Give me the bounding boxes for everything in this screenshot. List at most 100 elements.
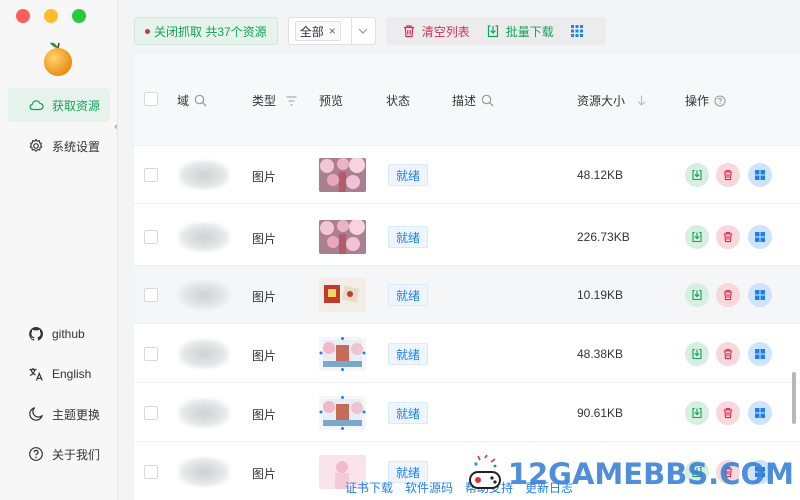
table-row[interactable]: 图片 就绪 48.38KB (134, 325, 800, 383)
sidebar-item-about[interactable]: 关于我们 (8, 437, 110, 471)
moon-icon (28, 406, 44, 422)
delete-button[interactable] (716, 283, 740, 307)
toolbar: 关闭抓取 共37个资源 全部 × 清空列表 批量下载 (134, 16, 606, 46)
type-cell: 图片 (252, 232, 277, 246)
row-checkbox[interactable] (144, 406, 158, 420)
preview-thumbnail[interactable] (319, 278, 366, 312)
type-cell: 图片 (252, 349, 277, 363)
column-status: 状态 (386, 92, 410, 109)
sidebar-item-language[interactable]: English (8, 357, 110, 391)
column-label: 状态 (386, 94, 411, 108)
windows-icon (754, 169, 766, 181)
domain-redacted (178, 160, 230, 190)
trash-icon (402, 24, 416, 38)
table-row[interactable]: 图片 就绪 10.19KB (134, 266, 800, 324)
close-window-button[interactable] (16, 9, 30, 23)
select-all-checkbox[interactable] (144, 92, 158, 106)
batch-download-label: 批量下载 (505, 24, 554, 39)
chevron-down-icon[interactable] (350, 18, 375, 44)
sidebar-item-label: 获取资源 (52, 98, 101, 113)
search-icon[interactable] (194, 94, 207, 107)
maximize-window-button[interactable] (72, 9, 86, 23)
table-row[interactable]: 图片 就绪 226.73KB (134, 208, 800, 266)
batch-download-button[interactable]: 批量下载 (478, 17, 562, 45)
delete-button[interactable] (716, 401, 740, 425)
type-cell: 图片 (252, 170, 277, 184)
toggle-capture-button[interactable]: 关闭抓取 共37个资源 (134, 17, 278, 45)
watermark-text: 12GAMEBBS.COM (507, 457, 794, 491)
filter-tag: 全部 × (294, 21, 341, 41)
github-icon (28, 326, 44, 342)
sidebar-item-label: 主题更换 (52, 407, 101, 422)
status-badge: 就绪 (388, 402, 428, 424)
type-cell: 图片 (252, 408, 277, 422)
delete-button[interactable] (716, 342, 740, 366)
sidebar-item-get-resources[interactable]: 获取资源 (8, 88, 110, 122)
gear-icon (28, 138, 44, 154)
domain-redacted (178, 339, 230, 369)
download-button[interactable] (685, 283, 709, 307)
row-checkbox[interactable] (144, 230, 158, 244)
preview-thumbnail[interactable] (319, 337, 366, 371)
open-window-button[interactable] (748, 342, 772, 366)
sidebar-item-github[interactable]: github (8, 317, 110, 351)
preview-thumbnail[interactable] (319, 220, 366, 254)
column-label: 域 (177, 94, 190, 108)
delete-button[interactable] (716, 163, 740, 187)
preview-thumbnail[interactable] (319, 396, 366, 430)
type-filter-select[interactable]: 全部 × (287, 17, 376, 45)
sidebar-item-theme[interactable]: 主题更换 (8, 397, 110, 431)
download-icon (691, 231, 703, 243)
windows-icon (754, 231, 766, 243)
trash-icon (722, 348, 734, 360)
row-checkbox[interactable] (144, 347, 158, 361)
table-row[interactable]: 图片 就绪 90.61KB (134, 384, 800, 442)
trash-icon (722, 407, 734, 419)
clear-list-button[interactable]: 清空列表 (394, 17, 478, 45)
open-window-button[interactable] (748, 225, 772, 249)
footer-link-source[interactable]: 软件源码 (405, 479, 453, 496)
download-button[interactable] (685, 401, 709, 425)
sidebar-item-settings[interactable]: 系统设置 (8, 129, 110, 163)
row-checkbox[interactable] (144, 168, 158, 182)
resource-table: 域 类型 预览 状态 描述 资源大小 操作 图片 就绪 48.12KB 图片 就… (134, 54, 800, 500)
sidebar-item-label: github (52, 327, 85, 341)
download-icon (691, 169, 703, 181)
column-label: 预览 (319, 94, 344, 108)
open-window-button[interactable] (748, 283, 772, 307)
search-icon[interactable] (481, 94, 494, 107)
window-controls (16, 9, 86, 23)
help-circle-icon[interactable] (714, 95, 726, 107)
table-row[interactable]: 图片 就绪 48.12KB (134, 146, 800, 204)
domain-redacted (178, 398, 230, 428)
translate-icon (28, 366, 44, 382)
download-icon (691, 348, 703, 360)
status-badge: 就绪 (388, 284, 428, 306)
column-label: 资源大小 (577, 94, 626, 108)
row-checkbox[interactable] (144, 465, 158, 479)
filter-icon[interactable] (286, 95, 297, 106)
row-checkbox[interactable] (144, 288, 158, 302)
minimize-window-button[interactable] (44, 9, 58, 23)
footer-link-cert[interactable]: 证书下载 (345, 479, 393, 496)
windows-icon (754, 289, 766, 301)
open-window-button[interactable] (748, 401, 772, 425)
preview-thumbnail[interactable] (319, 158, 366, 192)
bulk-actions: 清空列表 批量下载 (385, 17, 606, 45)
site-watermark: 12GAMEBBS.COM (464, 454, 794, 494)
remove-tag-icon[interactable]: × (329, 24, 336, 38)
download-icon (486, 24, 500, 38)
windows-icon (754, 348, 766, 360)
vertical-scrollbar[interactable] (792, 372, 796, 424)
more-actions-button[interactable] (562, 17, 598, 45)
delete-button[interactable] (716, 225, 740, 249)
sort-arrow-icon[interactable] (637, 95, 646, 106)
download-button[interactable] (685, 342, 709, 366)
sidebar-item-label: 系统设置 (52, 139, 101, 154)
windows-icon (754, 407, 766, 419)
download-button[interactable] (685, 163, 709, 187)
size-cell: 226.73KB (577, 230, 630, 244)
download-button[interactable] (685, 225, 709, 249)
status-badge: 就绪 (388, 343, 428, 365)
open-window-button[interactable] (748, 163, 772, 187)
